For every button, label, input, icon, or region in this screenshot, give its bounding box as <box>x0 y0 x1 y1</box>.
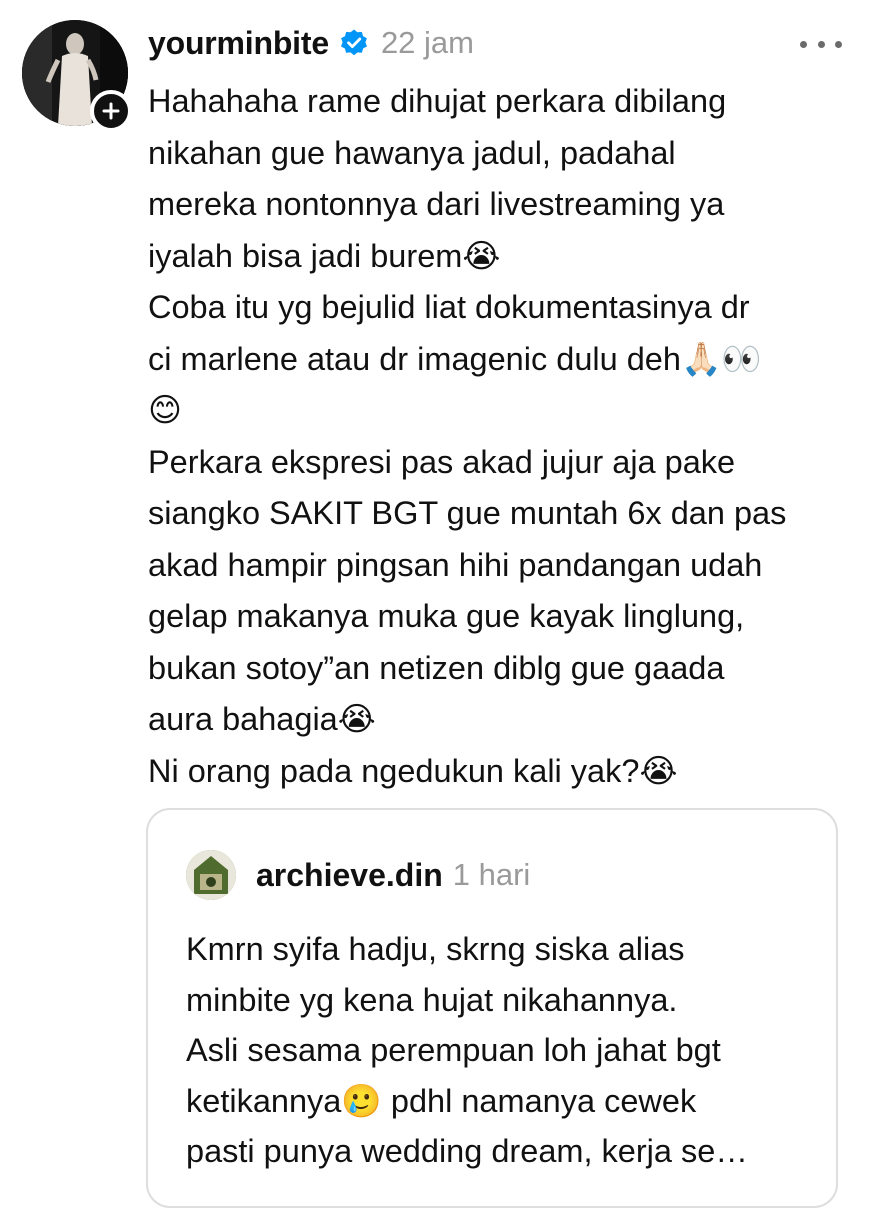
post-text-line: iyalah bisa jadi burem😭 <box>148 237 501 274</box>
thread-post: yourminbite 22 jam Hahahaha rame dihujat… <box>0 0 878 1208</box>
quoted-post-header: archieve.din 1 hari <box>256 852 530 898</box>
quoted-timestamp: 1 hari <box>452 857 531 892</box>
post-header: yourminbite 22 jam <box>148 18 474 68</box>
follow-button[interactable] <box>90 90 132 132</box>
post-text-line: gelap makanya muka gue kayak linglung, <box>148 598 745 634</box>
plus-icon <box>102 102 120 120</box>
post-text-line: ci marlene atau dr imagenic dulu deh🙏🏻👀 <box>148 340 762 377</box>
verified-badge-icon <box>340 29 367 56</box>
quoted-text-line: Kmrn syifa hadju, skrng siska alias <box>186 931 685 967</box>
quoted-post-card[interactable]: archieve.din 1 hari Kmrn syifa hadju, sk… <box>146 808 838 1208</box>
quoted-text-line: ketikannya🥲 pdhl namanya cewek <box>186 1082 697 1119</box>
post-text-line: mereka nontonnya dari livestreaming ya <box>148 186 725 222</box>
more-options-icon <box>835 40 842 48</box>
post-body: Hahahaha rame dihujat perkara dibilang n… <box>148 76 860 797</box>
more-options-icon <box>817 40 825 48</box>
post-text-line: siangko SAKIT BGT gue muntah 6x dan pas <box>148 495 787 531</box>
post-timestamp: 22 jam <box>380 25 474 60</box>
quoted-post-body: Kmrn syifa hadju, skrng siska alias minb… <box>186 924 826 1177</box>
post-text-line: Ni orang pada ngedukun kali yak?😭 <box>148 752 678 789</box>
post-text-line: bukan sotoy”an netizen diblg gue gaada <box>148 649 725 686</box>
post-text-line: aura bahagia😭 <box>148 701 376 737</box>
quoted-username[interactable]: archieve.din <box>256 857 443 894</box>
quoted-text-line: Asli sesama perempuan loh jahat bgt <box>186 1032 721 1068</box>
profile-avatar-container[interactable] <box>22 20 132 132</box>
quoted-avatar[interactable] <box>186 850 236 900</box>
post-text-line: Hahahaha rame dihujat perkara dibilang <box>148 83 727 119</box>
post-text-line: nikahan gue hawanya jadul, padahal <box>148 134 676 171</box>
quoted-text-line: pasti punya wedding dream, kerja se… <box>186 1133 748 1169</box>
post-text-line: akad hampir pingsan hihi pandangan udah <box>148 546 763 583</box>
post-text-line: Perkara ekspresi pas akad jujur aja pake <box>148 443 736 480</box>
quoted-text-line: minbite yg kena hujat nikahannya. <box>186 981 678 1018</box>
more-options-icon <box>800 40 807 48</box>
post-text-line: Coba itu yg bejulid liat dokumentasinya … <box>148 289 750 325</box>
post-text-line: 😊 <box>148 392 182 428</box>
username[interactable]: yourminbite <box>148 25 329 62</box>
more-options-button[interactable] <box>800 30 842 58</box>
